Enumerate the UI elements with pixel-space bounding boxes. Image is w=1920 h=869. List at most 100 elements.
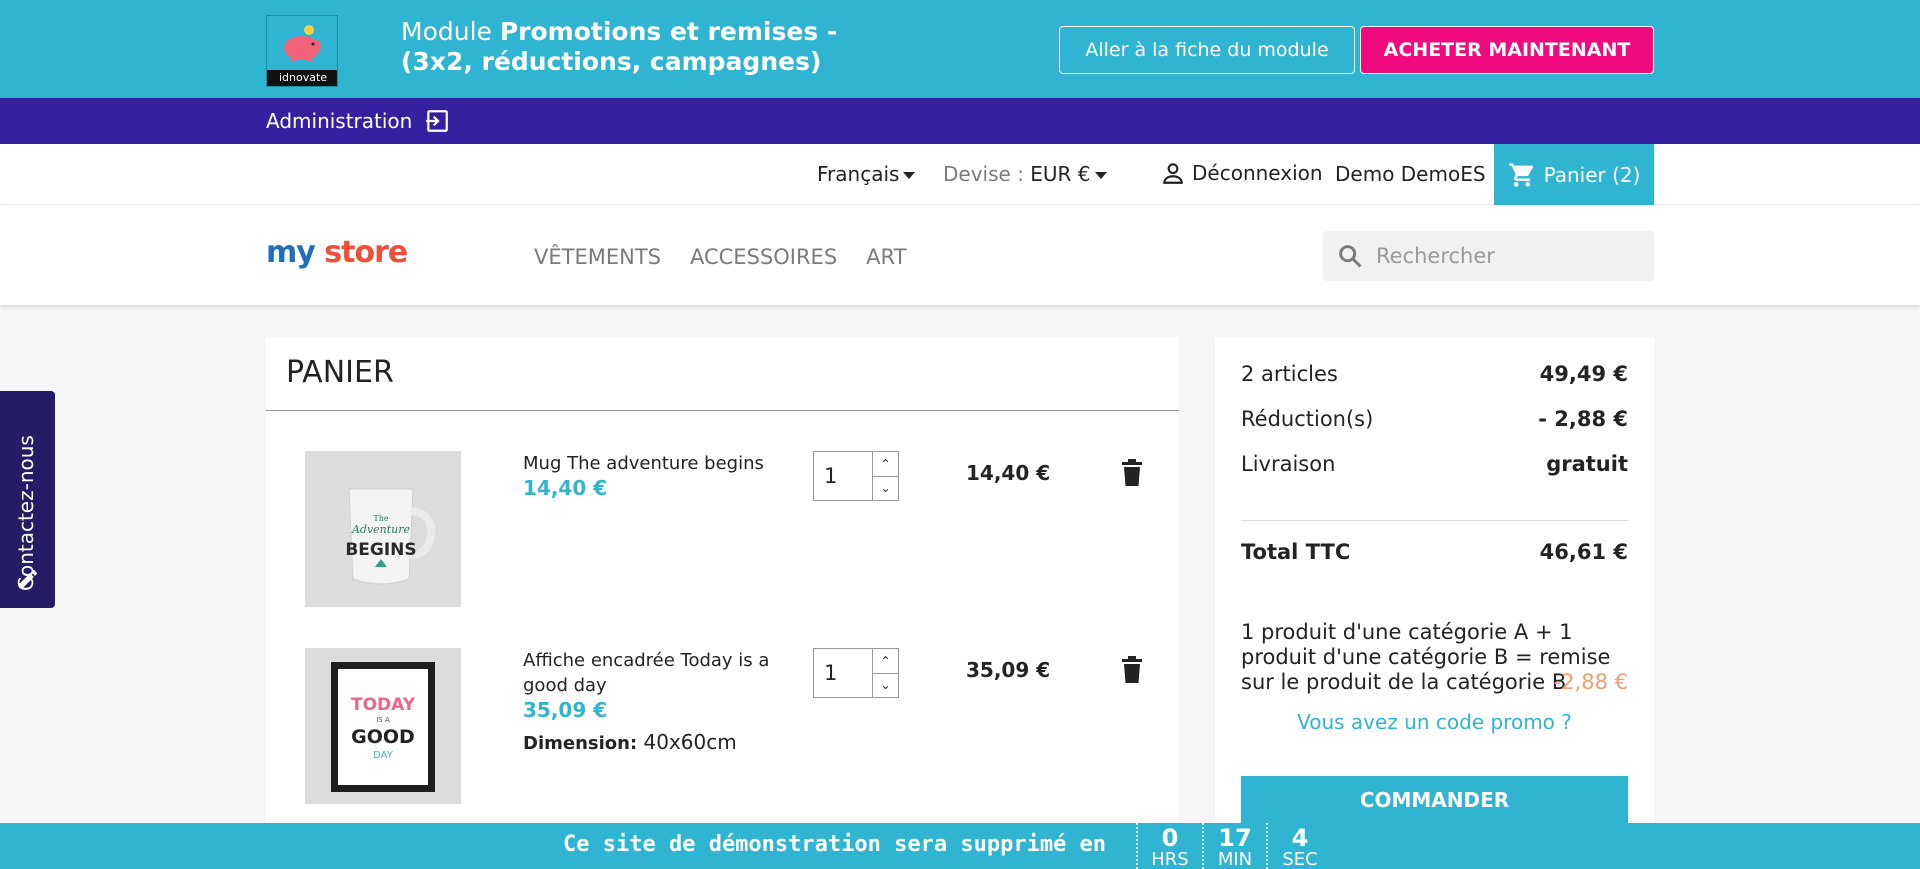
menu-item-art[interactable]: ART <box>866 245 906 269</box>
logo-word-my: my <box>266 235 316 270</box>
currency-label: Devise : <box>943 162 1024 186</box>
logout-link[interactable]: Déconnexion <box>1160 160 1323 186</box>
language-selector[interactable]: Français <box>817 162 916 186</box>
minutes-unit: MIN <box>1217 849 1253 869</box>
chevron-up-icon[interactable]: ⌃ <box>873 452 898 476</box>
administration-link[interactable]: Administration <box>266 108 450 134</box>
minutes-value: 17 <box>1218 824 1252 852</box>
poster-word-4: DAY <box>373 750 394 761</box>
module-promo-bar: idnovate Module Promotions et remises - … <box>0 0 1920 98</box>
discount-rule-amount: -2,88 € <box>1553 670 1628 694</box>
admin-bar: Administration <box>0 98 1920 144</box>
countdown-hours: 0 HRS <box>1136 823 1202 869</box>
logout-label: Déconnexion <box>1192 161 1323 185</box>
svg-text:BEGINS: BEGINS <box>345 540 416 560</box>
shopping-cart-icon <box>1508 162 1533 187</box>
checkout-button[interactable]: COMMANDER <box>1241 776 1628 826</box>
total-label: Total TTC <box>1241 540 1351 564</box>
product-name-link[interactable]: Mug The adventure begins <box>523 451 773 476</box>
poster-illustration: TODAY IS A GOOD DAY <box>305 648 461 804</box>
cart-title: PANIER <box>286 355 394 390</box>
countdown-seconds: 4 SEC <box>1266 823 1332 869</box>
contact-us-tab[interactable]: Contactez-nous <box>0 391 55 608</box>
svg-text:Adventure: Adventure <box>351 523 411 536</box>
module-logo[interactable]: idnovate <box>266 15 338 87</box>
quantity-stepper: ⌃ ⌄ <box>813 648 899 698</box>
site-header: my store VÊTEMENTS ACCESSOIRES ART <box>0 205 1920 305</box>
search-input[interactable] <box>1376 244 1636 268</box>
framed-poster-image[interactable]: TODAY IS A GOOD DAY <box>305 648 461 804</box>
buy-now-button[interactable]: ACHETER MAINTENANT <box>1360 26 1654 74</box>
discount-value: - 2,88 € <box>1538 407 1628 431</box>
module-title-prefix: Module <box>401 17 500 46</box>
articles-value: 49,49 € <box>1539 362 1628 386</box>
shipping-label: Livraison <box>1241 452 1336 476</box>
divider <box>1241 520 1628 521</box>
administration-label: Administration <box>266 109 413 133</box>
poster-word-1: TODAY <box>351 695 416 715</box>
summary-shipping-row: Livraison gratuit <box>1241 452 1628 476</box>
poster-word-2: IS A <box>376 716 390 724</box>
total-value: 46,61 € <box>1539 540 1628 564</box>
shipping-value: gratuit <box>1546 452 1628 476</box>
cart-button[interactable]: Panier (2) <box>1494 144 1654 205</box>
menu-item-vetements[interactable]: VÊTEMENTS <box>534 245 661 269</box>
logo-brand-text: idnovate <box>267 70 337 86</box>
promo-code-link[interactable]: Vous avez un code promo ? <box>1215 710 1654 734</box>
chevron-down-icon[interactable]: ⌄ <box>873 672 898 698</box>
cart-label: Panier (2) <box>1543 162 1641 187</box>
divider <box>266 410 1179 411</box>
quantity-stepper: ⌃ ⌄ <box>813 451 899 501</box>
seconds-value: 4 <box>1291 824 1309 852</box>
demo-countdown-bar: Ce site de démonstration sera supprimé e… <box>0 823 1920 869</box>
menu-item-accessoires[interactable]: ACCESSOIRES <box>690 245 837 269</box>
quantity-input[interactable] <box>814 452 872 500</box>
user-nav: Français Devise : EUR € Déconnexion Demo… <box>0 144 1920 205</box>
currency-selector[interactable]: Devise : EUR € <box>943 162 1107 186</box>
store-logo[interactable]: my store <box>266 235 408 270</box>
product-name-link[interactable]: Affiche encadrée Today is a good day <box>523 648 773 698</box>
product-unit-price: 14,40 € <box>523 476 608 500</box>
poster-word-3: GOOD <box>351 726 415 748</box>
main-menu: VÊTEMENTS ACCESSOIRES ART <box>534 245 906 269</box>
countdown-minutes: 17 MIN <box>1202 823 1266 869</box>
summary-discount-row: Réduction(s) - 2,88 € <box>1241 407 1628 431</box>
line-total: 35,09 € <box>966 658 1051 682</box>
summary-total-row: Total TTC 46,61 € <box>1241 540 1628 564</box>
chevron-down-icon[interactable]: ⌄ <box>873 475 898 501</box>
articles-label: 2 articles <box>1241 362 1338 386</box>
attribute-value: 40x60cm <box>637 730 737 754</box>
account-link[interactable]: Demo DemoES <box>1335 162 1486 186</box>
hours-unit: HRS <box>1151 849 1189 869</box>
attribute-label: Dimension: <box>523 733 638 754</box>
line-total: 14,40 € <box>966 461 1051 485</box>
mug-illustration: The Adventure BEGINS <box>305 451 461 607</box>
cart-panel: PANIER The Adventure BEGINS Mug The adve… <box>266 337 1179 837</box>
currency-value: EUR € <box>1030 162 1091 186</box>
module-title: Module Promotions et remises - (3x2, réd… <box>401 17 901 77</box>
seconds-unit: SEC <box>1282 849 1318 869</box>
svg-text:The: The <box>373 514 388 523</box>
summary-articles-row: 2 articles 49,49 € <box>1241 362 1628 386</box>
sign-in-icon <box>426 110 449 132</box>
quantity-input[interactable] <box>814 649 872 697</box>
module-page-button[interactable]: Aller à la fiche du module <box>1059 26 1355 74</box>
trash-icon[interactable] <box>1120 459 1144 487</box>
language-value: Français <box>817 162 900 186</box>
logo-word-store: store <box>314 235 408 270</box>
trash-icon[interactable] <box>1120 656 1144 684</box>
pencil-icon <box>19 570 37 588</box>
discount-label: Réduction(s) <box>1241 407 1374 431</box>
piggy-bank-icon <box>284 25 321 62</box>
product-unit-price: 35,09 € <box>523 698 608 722</box>
product-attribute: Dimension: 40x60cm <box>523 730 737 754</box>
countdown-text: Ce site de démonstration sera supprimé e… <box>563 832 1107 857</box>
search-icon[interactable] <box>1336 242 1364 270</box>
user-icon <box>1163 163 1183 184</box>
search-widget <box>1323 231 1654 281</box>
mug-image[interactable]: The Adventure BEGINS <box>305 451 461 607</box>
cart-summary: 2 articles 49,49 € Réduction(s) - 2,88 €… <box>1215 337 1654 837</box>
chevron-up-icon[interactable]: ⌃ <box>873 649 898 673</box>
hours-value: 0 <box>1161 824 1179 852</box>
chevron-down-icon <box>1094 172 1107 179</box>
